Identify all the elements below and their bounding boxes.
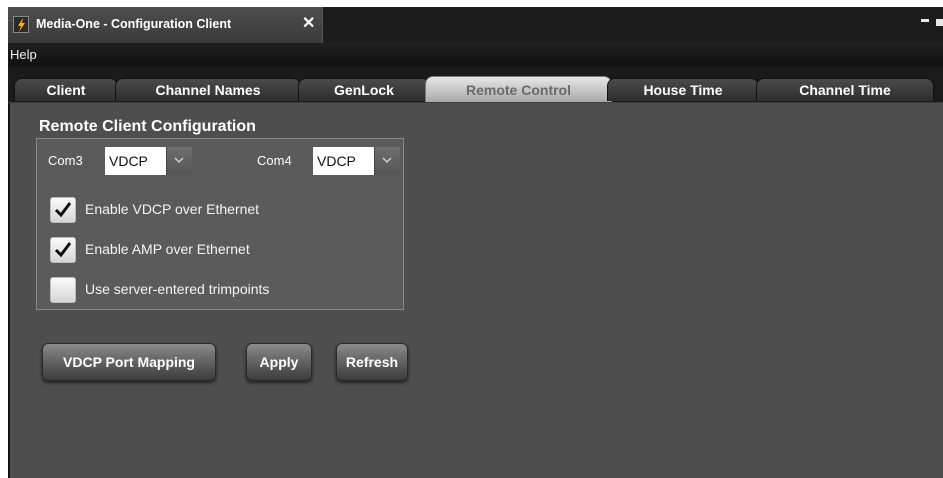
- com3-label: Com3: [48, 153, 83, 168]
- apply-button[interactable]: Apply: [246, 343, 312, 381]
- com4-value: VDCP: [313, 147, 374, 175]
- com3-value: VDCP: [105, 147, 166, 175]
- tab-channel-names[interactable]: Channel Names: [115, 78, 301, 101]
- chevron-down-icon[interactable]: [166, 147, 192, 175]
- enable-amp-label: Enable AMP over Ethernet: [85, 241, 250, 257]
- maximize-icon[interactable]: [936, 19, 943, 26]
- tab-remote-control[interactable]: Remote Control: [425, 76, 612, 102]
- close-icon[interactable]: ✕: [302, 14, 315, 34]
- remote-control-panel: Remote Client Configuration Com3 VDCP Co…: [8, 103, 943, 478]
- title-bar: Media-One - Configuration Client ✕: [8, 7, 943, 43]
- refresh-button[interactable]: Refresh: [336, 343, 408, 381]
- vdcp-port-mapping-button[interactable]: VDCP Port Mapping: [42, 343, 216, 381]
- enable-vdcp-checkbox[interactable]: [50, 197, 76, 223]
- menu-item-help[interactable]: Help: [10, 47, 37, 62]
- tab-client[interactable]: Client: [14, 78, 118, 101]
- remote-client-config-group: Com3 VDCP Com4 VDCP Enable VDCP over Eth…: [36, 138, 404, 310]
- chevron-down-icon[interactable]: [374, 147, 400, 175]
- window-title: Media-One - Configuration Client: [36, 17, 232, 31]
- enable-amp-checkbox[interactable]: [50, 237, 76, 263]
- tab-strip: Client Channel Names GenLock Remote Cont…: [8, 66, 943, 103]
- enable-vdcp-label: Enable VDCP over Ethernet: [85, 201, 260, 217]
- trimpoints-label: Use server-entered trimpoints: [85, 281, 270, 297]
- com4-label: Com4: [257, 153, 292, 168]
- com4-select[interactable]: VDCP: [313, 147, 400, 175]
- minimize-icon[interactable]: [921, 19, 929, 22]
- tab-genlock[interactable]: GenLock: [298, 78, 430, 101]
- group-title: Remote Client Configuration: [39, 118, 256, 135]
- com3-select[interactable]: VDCP: [105, 147, 192, 175]
- app-window: Media-One - Configuration Client ✕ Help …: [8, 7, 943, 478]
- tab-channel-time[interactable]: Channel Time: [756, 78, 934, 101]
- app-logo-icon: [13, 16, 29, 33]
- window-title-tab[interactable]: Media-One - Configuration Client ✕: [8, 7, 323, 43]
- tab-house-time[interactable]: House Time: [607, 78, 759, 101]
- trimpoints-checkbox[interactable]: [50, 277, 76, 303]
- menu-bar: Help: [8, 43, 943, 66]
